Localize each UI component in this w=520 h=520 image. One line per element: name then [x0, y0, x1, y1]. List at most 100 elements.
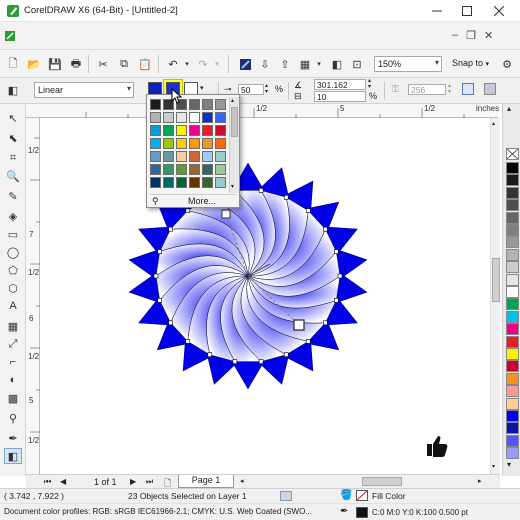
- palette-swatch[interactable]: [506, 447, 519, 460]
- palette-scroll-up-icon[interactable]: ▴: [507, 104, 511, 113]
- pick-tool-icon[interactable]: ↖: [4, 110, 22, 126]
- popup-color-swatch[interactable]: [163, 125, 174, 136]
- node-handle[interactable]: [323, 226, 328, 232]
- popup-color-swatch[interactable]: [202, 177, 213, 188]
- copy-fill-properties-icon[interactable]: [484, 83, 496, 95]
- popup-color-swatch[interactable]: [202, 125, 213, 136]
- fill-end-handle[interactable]: [293, 319, 305, 331]
- popup-color-swatch[interactable]: [163, 112, 174, 123]
- popup-color-swatch[interactable]: [189, 99, 200, 110]
- popup-color-swatch[interactable]: [215, 125, 226, 136]
- minimize-button[interactable]: [420, 0, 454, 22]
- palette-swatch[interactable]: [506, 434, 519, 447]
- node-handle[interactable]: [168, 320, 173, 326]
- popup-color-swatch[interactable]: [163, 151, 174, 162]
- popup-color-swatch[interactable]: [189, 164, 200, 175]
- undo-dropdown-icon[interactable]: ▾: [180, 57, 194, 71]
- scroll-down-icon[interactable]: ▾: [231, 183, 234, 190]
- popup-color-swatch[interactable]: [189, 151, 200, 162]
- popup-color-swatch[interactable]: [163, 164, 174, 175]
- eyedropper-tool-icon[interactable]: ⚲: [4, 410, 22, 426]
- node-handle[interactable]: [168, 226, 173, 232]
- node-handle[interactable]: [207, 352, 213, 357]
- popup-color-swatch[interactable]: [150, 151, 161, 162]
- vertical-scroll-thumb[interactable]: [492, 258, 500, 302]
- ellipse-tool-icon[interactable]: ◯: [4, 244, 22, 260]
- paste-icon[interactable]: 📋: [138, 57, 152, 71]
- flower-drawing[interactable]: [40, 118, 490, 474]
- spin-arrows-icon[interactable]: ▴ ▾: [265, 83, 268, 95]
- snap-to-button[interactable]: Snap to ▾: [452, 58, 489, 68]
- next-page-icon[interactable]: ▶: [130, 477, 136, 486]
- launcher-dropdown-icon[interactable]: ▾: [312, 57, 326, 71]
- palette-swatch[interactable]: [506, 261, 519, 274]
- popup-color-swatch[interactable]: [176, 164, 187, 175]
- popup-color-swatch[interactable]: [176, 112, 187, 123]
- popup-color-swatch[interactable]: [189, 112, 200, 123]
- redo-dropdown-icon[interactable]: ▾: [210, 57, 224, 71]
- vertical-scrollbar[interactable]: ▴ ▾: [490, 118, 500, 474]
- node-handle[interactable]: [323, 320, 328, 326]
- print-icon[interactable]: 🖶: [69, 57, 83, 71]
- popup-color-swatch[interactable]: [215, 112, 226, 123]
- palette-swatch[interactable]: [506, 199, 519, 212]
- popup-color-swatch[interactable]: [215, 164, 226, 175]
- popup-scroll-thumb[interactable]: [231, 107, 238, 137]
- scroll-right-icon[interactable]: ▸: [478, 477, 482, 485]
- palette-swatch[interactable]: [506, 298, 519, 311]
- doc-close-icon[interactable]: ✕: [484, 29, 493, 43]
- popup-color-swatch[interactable]: [150, 99, 161, 110]
- steps-input[interactable]: 256: [408, 84, 446, 95]
- horizontal-scroll-thumb[interactable]: [362, 477, 402, 486]
- palette-swatch[interactable]: [506, 335, 519, 348]
- maximize-button[interactable]: [450, 0, 484, 22]
- parallel-dimension-tool-icon[interactable]: ⤢: [4, 336, 22, 352]
- interactive-fill-tool-icon[interactable]: ◧: [4, 448, 22, 464]
- node-handle[interactable]: [153, 273, 159, 279]
- open-icon[interactable]: 📂: [27, 57, 41, 71]
- scroll-up-icon[interactable]: ▴: [492, 120, 495, 127]
- table-tool-icon[interactable]: ▦: [4, 318, 22, 334]
- scroll-up-icon[interactable]: ▴: [231, 97, 234, 104]
- page-tab[interactable]: Page 1: [178, 475, 234, 488]
- node-handle[interactable]: [185, 339, 191, 344]
- outline-color-swatch[interactable]: [356, 507, 368, 518]
- document-window-controls[interactable]: – ❐ ✕: [452, 29, 502, 43]
- palette-swatch[interactable]: [506, 236, 519, 249]
- popup-color-swatch[interactable]: [176, 138, 187, 149]
- palette-scroll-down-icon[interactable]: ▾: [507, 460, 511, 469]
- zoom-levels-combo[interactable]: 150% ▾: [374, 56, 442, 72]
- interactive-fill-icon[interactable]: ◧: [6, 83, 20, 97]
- popup-color-swatch[interactable]: [202, 151, 213, 162]
- undo-icon[interactable]: ↶: [166, 57, 180, 71]
- node-handle[interactable]: [305, 339, 311, 344]
- fill-start-handle[interactable]: [221, 209, 231, 219]
- close-button[interactable]: [482, 0, 516, 22]
- popup-color-swatch[interactable]: [150, 164, 161, 175]
- color-profiles-text[interactable]: Document color profiles: RGB: sRGB IEC61…: [4, 507, 312, 516]
- eyedropper-icon[interactable]: ⚲: [152, 196, 159, 207]
- midpoint-input[interactable]: 50: [238, 84, 264, 95]
- new-document-icon[interactable]: 🗋: [6, 57, 20, 71]
- vertical-ruler[interactable]: 1/2 7 1/2 6 1/2 5 1/2: [26, 118, 40, 476]
- copy-icon[interactable]: ⧉: [117, 57, 131, 71]
- popup-color-swatch[interactable]: [163, 138, 174, 149]
- options-icon[interactable]: ⚙: [500, 57, 514, 71]
- popup-color-swatch[interactable]: [215, 151, 226, 162]
- prev-page-icon[interactable]: ◀: [60, 477, 66, 486]
- popup-color-swatch[interactable]: [189, 125, 200, 136]
- blend-tool-icon[interactable]: ◐: [4, 372, 22, 388]
- drawing-canvas[interactable]: [40, 118, 490, 474]
- palette-swatch[interactable]: [506, 323, 519, 336]
- node-handle[interactable]: [305, 208, 311, 213]
- popup-color-swatch[interactable]: [150, 112, 161, 123]
- lock-steps-icon[interactable]: [462, 83, 474, 95]
- fill-color-swatch[interactable]: [356, 490, 368, 501]
- palette-swatch[interactable]: [506, 286, 519, 298]
- horizontal-ruler[interactable]: 4 1/2 5 1/2 inches: [26, 104, 499, 118]
- palette-swatch[interactable]: [506, 174, 519, 187]
- basic-shapes-tool-icon[interactable]: ⬡: [4, 280, 22, 296]
- edge-pad-input[interactable]: 10: [314, 91, 366, 102]
- popup-color-swatch[interactable]: [150, 138, 161, 149]
- text-tool-icon[interactable]: A: [4, 298, 22, 314]
